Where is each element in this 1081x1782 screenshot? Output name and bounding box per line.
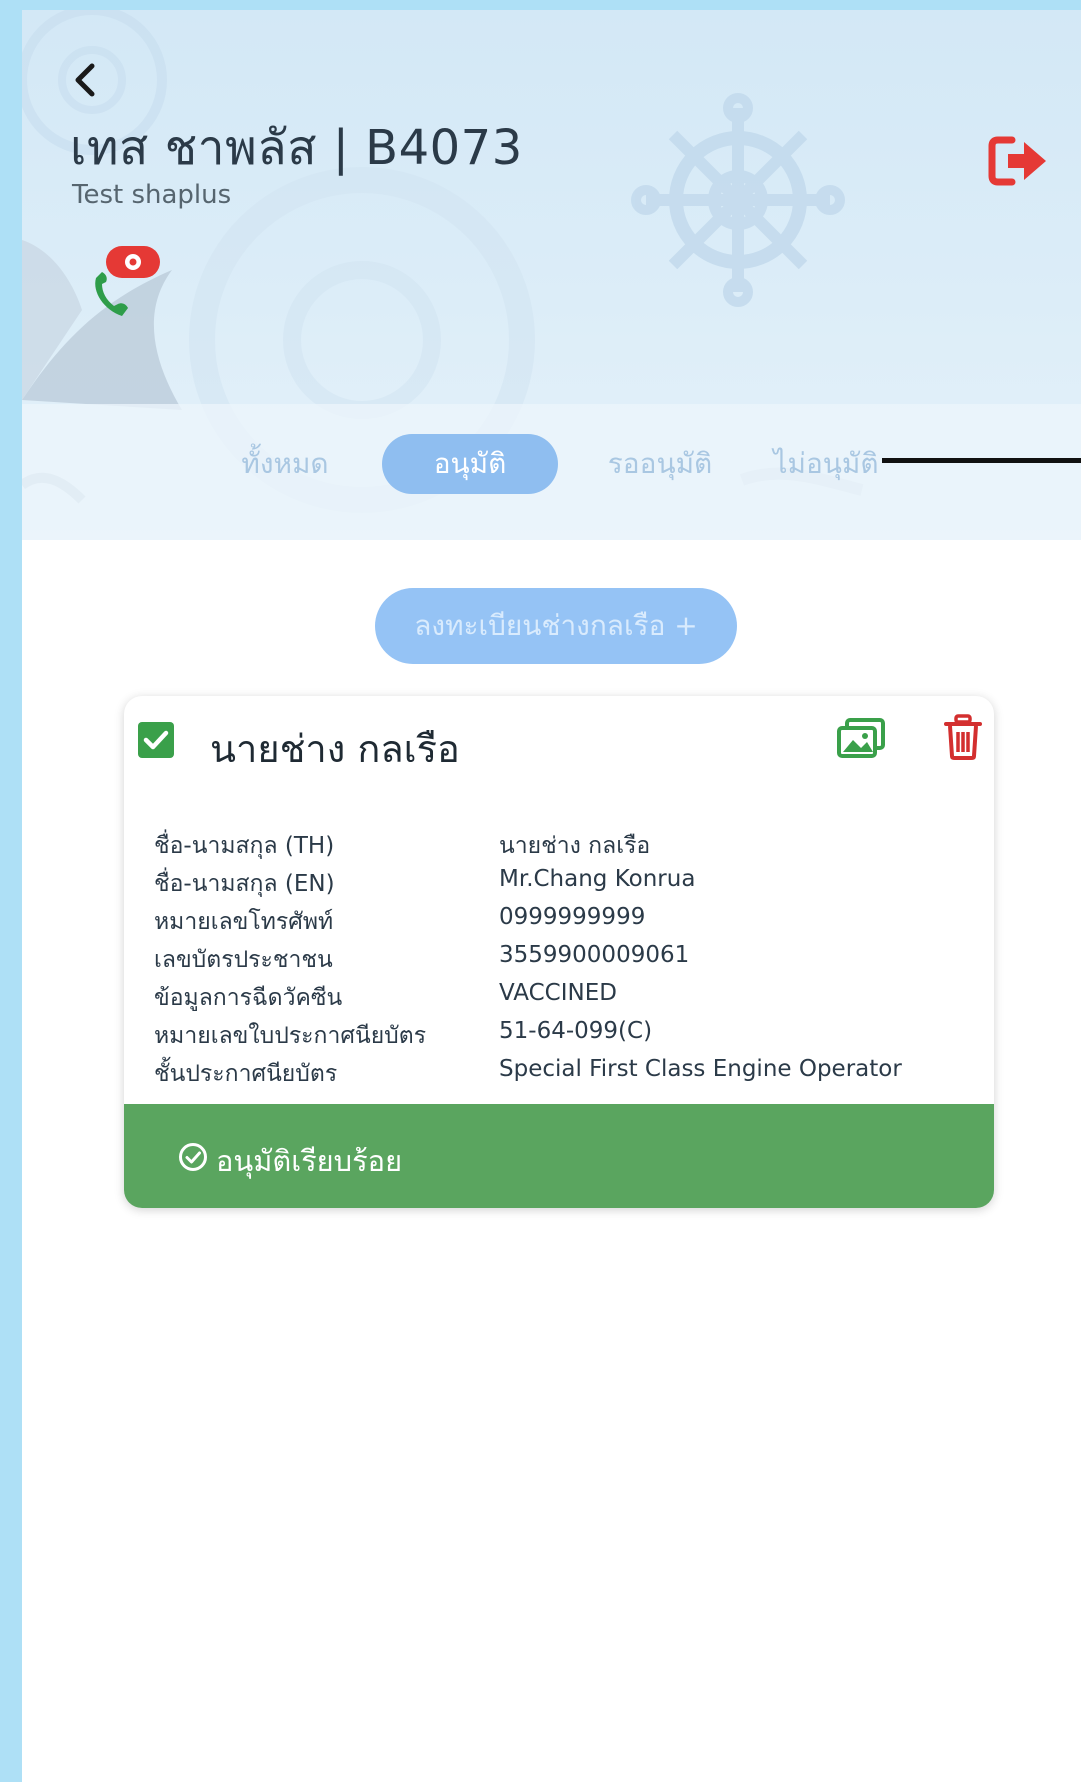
engineer-details: ชื่อ-นามสกุล (TH) นายช่าง กลเรือ ชื่อ-นา… — [154, 828, 974, 1094]
detail-value: Mr.Chang Konrua — [499, 866, 696, 892]
detail-value: นายช่าง กลเรือ — [499, 833, 651, 859]
tab-all[interactable]: ทั้งหมด — [210, 434, 360, 494]
tab-pending[interactable]: รออนุมัติ — [578, 434, 742, 494]
engineer-card: นายช่าง กลเรือ ชื่อ-นามสกุล (TH) นายช่าง… — [124, 696, 994, 1208]
detail-value: Special First Class Engine Operator — [499, 1056, 902, 1082]
detail-label: เลขบัตรประชาชน — [154, 947, 333, 973]
register-engineer-button[interactable]: ลงทะเบียนช่างกลเรือ + — [375, 588, 737, 664]
image-icon[interactable] — [837, 718, 885, 758]
logout-icon[interactable] — [988, 134, 1050, 188]
detail-row: ชั้นประกาศนียบัตร Special First Class En… — [154, 1056, 974, 1094]
annotation-line — [882, 458, 1081, 463]
detail-row: หมายเลขใบประกาศนียบัตร 51-64-099(C) — [154, 1018, 974, 1056]
back-icon[interactable] — [70, 62, 100, 98]
detail-row: ข้อมูลการฉีดวัคซีน VACCINED — [154, 980, 974, 1018]
checkbox-checked[interactable] — [138, 722, 174, 758]
trash-icon[interactable] — [944, 714, 982, 760]
tab-approved[interactable]: อนุมัติ — [382, 434, 558, 494]
detail-label: หมายเลขโทรศัพท์ — [154, 909, 334, 935]
app-frame: เทส ชาพลัส | B4073 Test shaplus ทั้งหมด … — [22, 10, 1081, 1782]
detail-row: ชื่อ-นามสกุล (EN) Mr.Chang Konrua — [154, 866, 974, 904]
tab-rejected[interactable]: ไม่อนุมัติ — [760, 434, 892, 494]
status-tab-bar: ทั้งหมด อนุมัติ รออนุมัติ ไม่อนุมัติ — [22, 404, 1081, 540]
status-text: อนุมัติเรียบร้อย — [216, 1144, 403, 1178]
check-circle-icon — [179, 1143, 207, 1171]
detail-label: ชั้นประกาศนียบัตร — [154, 1061, 338, 1087]
header: เทส ชาพลัส | B4073 Test shaplus ทั้งหมด … — [22, 10, 1081, 540]
detail-value: 0999999999 — [499, 904, 646, 930]
detail-value: VACCINED — [499, 980, 617, 1006]
page-title: เทส ชาพลัส | B4073 — [70, 120, 523, 176]
card-name: นายช่าง กลเรือ — [210, 727, 460, 771]
detail-value: 3559900009061 — [499, 942, 690, 968]
detail-row: หมายเลขโทรศัพท์ 0999999999 — [154, 904, 974, 942]
detail-label: หมายเลขใบประกาศนียบัตร — [154, 1023, 427, 1049]
page-subtitle: Test shaplus — [72, 180, 232, 210]
phone-settings-icon[interactable] — [82, 242, 164, 322]
status-bar: อนุมัติเรียบร้อย — [124, 1104, 994, 1208]
detail-label: ข้อมูลการฉีดวัคซีน — [154, 985, 343, 1011]
detail-row: เลขบัตรประชาชน 3559900009061 — [154, 942, 974, 980]
detail-label: ชื่อ-นามสกุล (TH) — [154, 833, 335, 859]
detail-value: 51-64-099(C) — [499, 1018, 653, 1044]
detail-row: ชื่อ-นามสกุล (TH) นายช่าง กลเรือ — [154, 828, 974, 866]
detail-label: ชื่อ-นามสกุล (EN) — [154, 871, 335, 897]
